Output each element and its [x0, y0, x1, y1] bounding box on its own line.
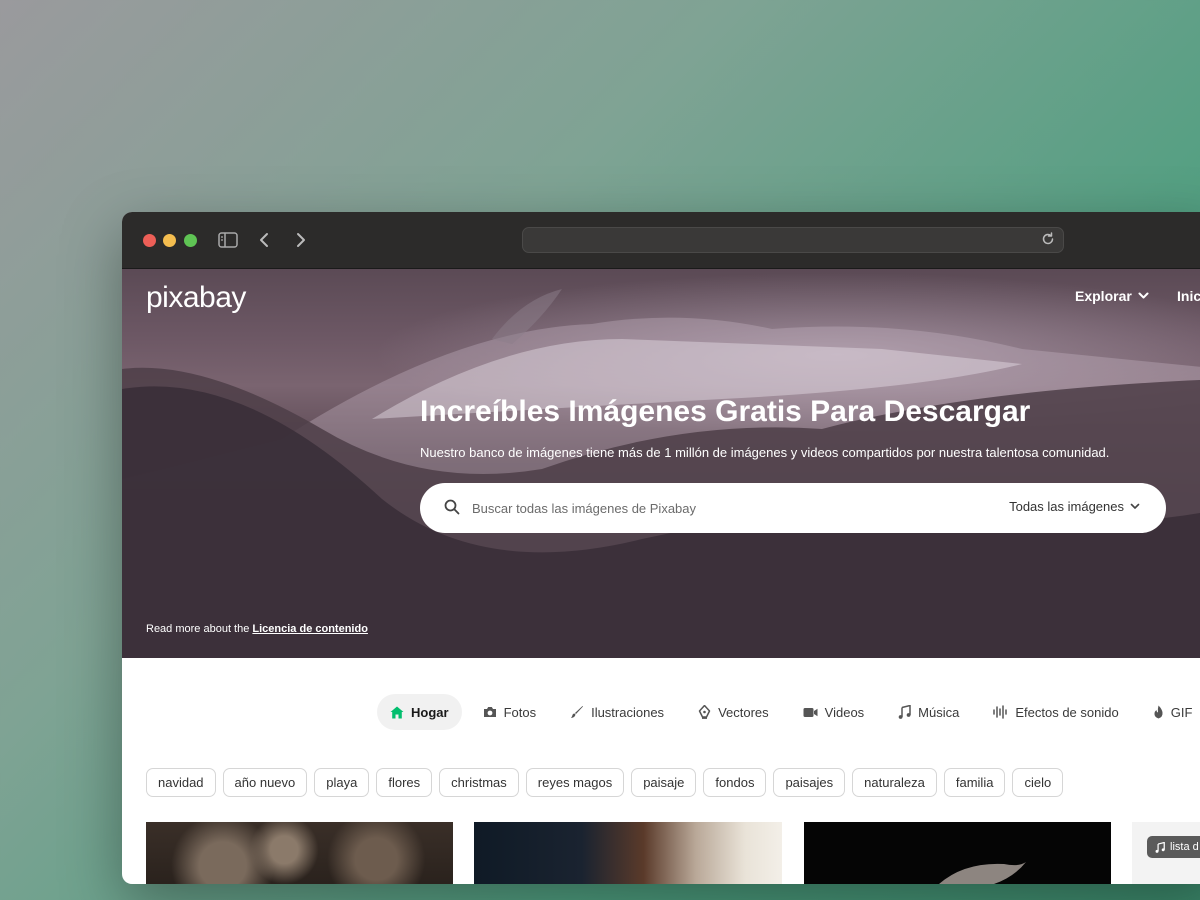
pen-nib-icon	[698, 705, 711, 719]
tab-musica[interactable]: Música	[885, 694, 972, 730]
tab-hogar[interactable]: Hogar	[377, 694, 462, 730]
explore-label: Explorar	[1075, 288, 1132, 304]
music-playlist-badge[interactable]: lista d	[1147, 836, 1200, 858]
tag-chip[interactable]: año nuevo	[222, 768, 308, 797]
search-input[interactable]	[472, 495, 972, 521]
waveform-icon	[993, 705, 1008, 719]
leaf-shape	[939, 862, 1026, 884]
tab-label: Efectos de sonido	[1015, 704, 1119, 720]
minimize-window-button[interactable]	[163, 234, 176, 247]
music-badge-label: lista d	[1170, 841, 1199, 853]
tab-label: Vectores	[718, 704, 769, 720]
video-icon	[803, 707, 818, 717]
camera-icon	[483, 707, 496, 717]
tab-gif[interactable]: GIF	[1140, 694, 1200, 730]
hero-background-image	[122, 289, 1200, 658]
browser-titlebar	[122, 212, 1200, 269]
back-arrow-icon[interactable]	[252, 228, 276, 252]
hero-banner: pixabay Explorar Inici Increíbles Imágen…	[122, 269, 1200, 658]
login-link[interactable]: Inici	[1177, 288, 1200, 304]
hero-subtitle: Nuestro banco de imágenes tiene más de 1…	[420, 445, 1110, 460]
license-note: Read more about the Licencia de contenid…	[146, 623, 368, 635]
tag-chip[interactable]: familia	[943, 768, 1006, 797]
brush-icon	[571, 706, 584, 718]
pixabay-logo[interactable]: pixabay	[146, 281, 246, 315]
tag-chip[interactable]: paisajes	[773, 768, 846, 797]
explore-menu[interactable]: Explorar	[1075, 288, 1149, 304]
license-link[interactable]: Licencia de contenido	[252, 623, 368, 635]
music-note-icon	[1155, 841, 1165, 853]
trending-tags: navidad año nuevo playa flores christmas…	[146, 768, 1064, 797]
tab-efectos-de-sonido[interactable]: Efectos de sonido	[980, 694, 1131, 730]
address-bar[interactable]	[522, 227, 1064, 253]
search-type-dropdown[interactable]: Todas las imágenes	[1009, 499, 1140, 514]
tab-videos[interactable]: Videos	[790, 694, 878, 730]
tag-chip[interactable]: playa	[314, 768, 370, 797]
hero-title: Increíbles Imágenes Gratis Para Descarga…	[420, 395, 1031, 428]
chevron-down-icon	[1130, 503, 1140, 509]
tag-chip[interactable]: navidad	[146, 768, 216, 797]
tab-label: Fotos	[503, 704, 537, 720]
flame-icon	[1154, 705, 1163, 719]
reload-icon[interactable]	[1041, 232, 1057, 248]
tab-label: GIF	[1170, 704, 1193, 720]
tag-chip[interactable]: naturaleza	[852, 768, 937, 797]
music-note-icon	[898, 705, 911, 719]
search-type-label: Todas las imágenes	[1009, 499, 1124, 514]
tag-chip[interactable]: flores	[376, 768, 433, 797]
search-bar: Todas las imágenes	[420, 483, 1166, 533]
tag-chip[interactable]: paisaje	[631, 768, 697, 797]
tab-label: Videos	[824, 704, 865, 720]
tab-label: Hogar	[411, 704, 449, 720]
chevron-down-icon	[1138, 292, 1149, 299]
home-icon	[390, 706, 404, 718]
image-thumbnail-dark-leaf[interactable]	[804, 822, 1111, 884]
tab-fotos[interactable]: Fotos	[470, 694, 550, 730]
tab-ilustraciones[interactable]: Ilustraciones	[557, 694, 677, 730]
tab-vectores[interactable]: Vectores	[685, 694, 782, 730]
image-thumbnail-gradient[interactable]	[474, 822, 782, 884]
tag-chip[interactable]: reyes magos	[525, 768, 625, 797]
tab-label: Ilustraciones	[591, 704, 665, 720]
tag-chip[interactable]: cielo	[1012, 768, 1064, 797]
license-prefix: Read more about the	[146, 623, 253, 635]
media-type-tabs: Hogar Fotos Ilustraciones Vectores Video…	[377, 694, 1200, 730]
tab-label: Música	[918, 704, 960, 720]
search-icon	[444, 499, 460, 520]
tag-chip[interactable]: fondos	[703, 768, 767, 797]
close-window-button[interactable]	[143, 234, 156, 247]
tag-chip[interactable]: christmas	[439, 768, 519, 797]
sidebar-toggle-icon[interactable]	[216, 228, 240, 252]
image-thumbnail-dried-flowers[interactable]	[146, 822, 453, 884]
forward-arrow-icon[interactable]	[289, 228, 313, 252]
maximize-window-button[interactable]	[184, 234, 197, 247]
browser-window: pixabay Explorar Inici Increíbles Imágen…	[122, 212, 1200, 884]
